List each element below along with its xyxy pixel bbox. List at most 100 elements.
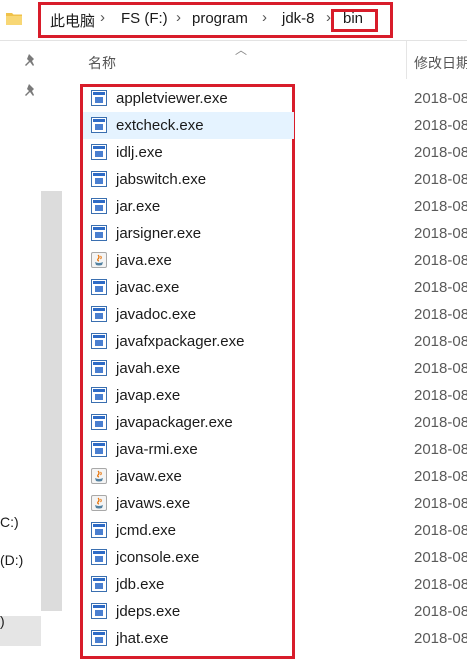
exe-icon — [91, 171, 107, 187]
file-date: 2018-08 — [414, 225, 467, 242]
file-row[interactable]: javac.exe 2018-08 — [83, 274, 467, 301]
file-name: jcmd.exe — [116, 522, 177, 539]
file-row[interactable]: jcmd.exe 2018-08 — [83, 517, 467, 544]
exe-icon — [91, 387, 107, 403]
file-row[interactable]: java.exe 2018-08 — [83, 247, 467, 274]
file-name: javadoc.exe — [116, 306, 197, 323]
navigation-pane: C:) (D:) ) — [0, 41, 62, 665]
file-name: idlj.exe — [116, 144, 163, 161]
file-row[interactable]: javah.exe 2018-08 — [83, 355, 467, 382]
file-row[interactable]: jdeps.exe 2018-08 — [83, 598, 467, 625]
file-date: 2018-08 — [414, 630, 467, 647]
nav-item-selected[interactable] — [0, 616, 41, 646]
pin-icon[interactable] — [24, 83, 38, 97]
file-name: extcheck.exe — [116, 117, 204, 134]
file-row[interactable]: java-rmi.exe 2018-08 — [83, 436, 467, 463]
file-date: 2018-08 — [414, 333, 467, 350]
nav-item-drive-other[interactable]: ) — [0, 613, 5, 629]
exe-icon — [91, 603, 107, 619]
chevron-right-icon[interactable]: › — [176, 9, 181, 26]
exe-icon — [91, 576, 107, 592]
file-row[interactable]: jconsole.exe 2018-08 — [83, 544, 467, 571]
file-name: jdb.exe — [116, 576, 165, 593]
breadcrumb-item-bin[interactable]: bin — [343, 10, 363, 27]
nav-scrollbar[interactable] — [41, 191, 62, 611]
file-name: javaws.exe — [116, 495, 191, 512]
file-date: 2018-08 — [414, 522, 467, 539]
exe-icon — [91, 117, 107, 133]
file-name: jconsole.exe — [116, 549, 200, 566]
file-date: 2018-08 — [414, 468, 467, 485]
file-row[interactable]: appletviewer.exe 2018-08 — [83, 85, 467, 112]
file-date: 2018-08 — [414, 576, 467, 593]
file-row[interactable]: idlj.exe 2018-08 — [83, 139, 467, 166]
exe-icon — [91, 306, 107, 322]
sort-caret-icon: ︿ — [235, 43, 248, 57]
chevron-right-icon[interactable]: › — [100, 9, 105, 26]
file-date: 2018-08 — [414, 441, 467, 458]
nav-item-drive-d[interactable]: (D:) — [0, 552, 23, 568]
column-header-name[interactable]: 名称 — [88, 53, 116, 73]
file-row[interactable]: jarsigner.exe 2018-08 — [83, 220, 467, 247]
exe-icon — [91, 279, 107, 295]
breadcrumb-item-program[interactable]: program — [192, 10, 248, 27]
file-date: 2018-08 — [414, 495, 467, 512]
file-date: 2018-08 — [414, 198, 467, 215]
file-name: javac.exe — [116, 279, 180, 296]
file-date: 2018-08 — [414, 279, 467, 296]
file-name: java.exe — [116, 252, 172, 269]
java-icon — [91, 468, 107, 484]
file-row[interactable]: javadoc.exe 2018-08 — [83, 301, 467, 328]
file-name: javafxpackager.exe — [116, 333, 245, 350]
exe-icon — [91, 630, 107, 646]
nav-item-drive-c[interactable]: C:) — [0, 514, 19, 530]
exe-icon — [91, 333, 107, 349]
file-row[interactable]: javapackager.exe 2018-08 — [83, 409, 467, 436]
column-header-date[interactable]: 修改日期 — [414, 53, 467, 73]
file-date: 2018-08 — [414, 90, 467, 107]
file-name: javah.exe — [116, 360, 181, 377]
file-row[interactable]: jhat.exe 2018-08 — [83, 625, 467, 652]
file-date: 2018-08 — [414, 144, 467, 161]
exe-icon — [91, 198, 107, 214]
file-row[interactable]: javaw.exe 2018-08 — [83, 463, 467, 490]
file-date: 2018-08 — [414, 117, 467, 134]
file-name: jar.exe — [116, 198, 161, 215]
file-date: 2018-08 — [414, 603, 467, 620]
file-row[interactable]: javafxpackager.exe 2018-08 — [83, 328, 467, 355]
folder-icon — [6, 13, 22, 25]
exe-icon — [91, 360, 107, 376]
column-header: ︿ 名称 修改日期 — [62, 41, 467, 79]
file-row[interactable]: extcheck.exe 2018-08 — [83, 112, 467, 139]
file-name: jarsigner.exe — [116, 225, 202, 242]
file-date: 2018-08 — [414, 252, 467, 269]
file-row[interactable]: javaws.exe 2018-08 — [83, 490, 467, 517]
address-bar[interactable]: 此电脑 › FS (F:) › program › jdk-8 › bin — [0, 0, 467, 41]
file-date: 2018-08 — [414, 414, 467, 431]
file-row[interactable]: javap.exe 2018-08 — [83, 382, 467, 409]
exe-icon — [91, 225, 107, 241]
exe-icon — [91, 90, 107, 106]
breadcrumb-item-this-pc[interactable]: 此电脑 — [50, 10, 95, 31]
pin-icon[interactable] — [24, 53, 38, 67]
file-name: jabswitch.exe — [116, 171, 207, 188]
file-name: jhat.exe — [116, 630, 169, 647]
file-row[interactable]: jar.exe 2018-08 — [83, 193, 467, 220]
file-name: javap.exe — [116, 387, 181, 404]
exe-icon — [91, 549, 107, 565]
file-row[interactable]: jabswitch.exe 2018-08 — [83, 166, 467, 193]
file-date: 2018-08 — [414, 549, 467, 566]
file-name: appletviewer.exe — [116, 90, 228, 107]
breadcrumb-item-jdk[interactable]: jdk-8 — [282, 10, 315, 27]
java-icon — [91, 495, 107, 511]
exe-icon — [91, 441, 107, 457]
breadcrumb-item-drive[interactable]: FS (F:) — [121, 10, 168, 27]
file-row[interactable]: jdb.exe 2018-08 — [83, 571, 467, 598]
file-name: jdeps.exe — [116, 603, 181, 620]
file-date: 2018-08 — [414, 360, 467, 377]
exe-icon — [91, 522, 107, 538]
column-divider[interactable] — [406, 41, 407, 79]
file-name: javaw.exe — [116, 468, 182, 485]
chevron-right-icon[interactable]: › — [262, 9, 267, 26]
java-icon — [91, 252, 107, 268]
